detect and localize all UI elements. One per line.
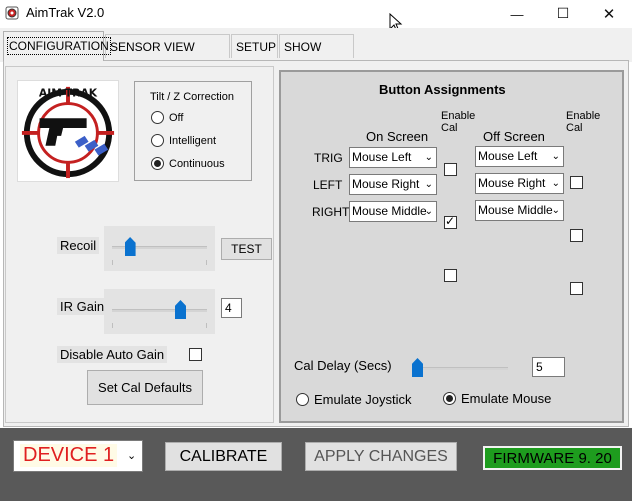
maximize-button[interactable]: ☐: [540, 0, 586, 28]
slider-track: [112, 309, 207, 312]
chevron-down-icon: ⌄: [551, 205, 560, 216]
off-screen-header: Off Screen: [483, 129, 545, 144]
row-label-trig: TRIG: [314, 151, 343, 165]
slider-thumb[interactable]: [175, 300, 186, 319]
tab-sensor-view-check[interactable]: SENSOR VIEW CHECK: [105, 34, 230, 78]
firmware-version-badge: FIRMWARE 9. 20: [483, 446, 622, 470]
button-assignments-title: Button Assignments: [379, 82, 506, 97]
trig-off-screen-select[interactable]: Mouse Left ⌄: [475, 146, 564, 167]
radio-selected-icon: [151, 157, 164, 170]
trig-on-screen-select[interactable]: Mouse Left ⌄: [349, 147, 437, 168]
left-off-screen-cal-checkbox[interactable]: [570, 229, 583, 242]
select-value: Mouse Left: [478, 149, 538, 163]
right-on-screen-select[interactable]: Mouse Middle ⌄: [349, 201, 437, 222]
minimize-button[interactable]: —: [494, 0, 540, 28]
emulate-joystick-option[interactable]: Emulate Joystick: [296, 392, 412, 407]
maximize-icon: ☐: [556, 6, 570, 22]
window-title: AimTrak V2.0: [26, 5, 105, 20]
device-select-value: DEVICE 1: [20, 444, 118, 467]
apply-changes-button[interactable]: APPLY CHANGES: [305, 442, 457, 471]
select-value: Mouse Left: [352, 150, 412, 164]
select-value: Mouse Right: [478, 176, 546, 190]
chevron-down-icon: ⌄: [424, 206, 433, 217]
enable-cal-header-on: Enable Cal: [441, 110, 476, 134]
emulate-mouse-option[interactable]: Emulate Mouse: [443, 391, 551, 406]
tilt-option-intelligent[interactable]: Intelligent: [151, 134, 216, 147]
calibrate-button[interactable]: CALIBRATE: [165, 442, 282, 471]
cal-delay-slider[interactable]: [408, 352, 512, 382]
ir-gain-value[interactable]: 4: [221, 298, 242, 318]
right-on-screen-cal-checkbox[interactable]: [444, 269, 457, 282]
left-on-screen-select[interactable]: Mouse Right ⌄: [349, 174, 437, 195]
on-screen-header: On Screen: [366, 129, 429, 144]
enable-cal-header-off: Enable Cal: [566, 110, 601, 134]
cal-delay-label: Cal Delay (Secs): [294, 358, 392, 373]
close-button[interactable]: ✕: [586, 0, 632, 28]
chevron-down-icon: ⌄: [424, 179, 433, 190]
tilt-option-off[interactable]: Off: [151, 111, 183, 124]
slider-track: [412, 367, 508, 370]
select-value: Mouse Middle: [352, 204, 427, 218]
row-label-left: LEFT: [313, 178, 343, 192]
set-cal-defaults-button[interactable]: Set Cal Defaults: [87, 370, 203, 405]
recoil-label: Recoil: [57, 237, 100, 254]
radio-selected-icon: [443, 392, 456, 405]
chevron-down-icon: ⌄: [424, 152, 433, 163]
chevron-down-icon: ⌄: [551, 178, 560, 189]
trig-off-screen-cal-checkbox[interactable]: [570, 176, 583, 189]
tilt-option-label: Intelligent: [169, 134, 217, 147]
disable-auto-gain-checkbox[interactable]: [189, 348, 202, 361]
tilt-option-continuous[interactable]: Continuous: [151, 157, 225, 170]
left-off-screen-select[interactable]: Mouse Right ⌄: [475, 173, 564, 194]
tilt-option-label: Continuous: [169, 157, 225, 170]
close-icon: ✕: [602, 5, 616, 23]
row-label-right: RIGHT: [312, 205, 350, 219]
aimtrak-logo: AIM-TRAK: [17, 80, 119, 182]
disable-auto-gain-label: Disable Auto Gain: [57, 346, 168, 363]
test-recoil-button[interactable]: TEST: [221, 238, 272, 260]
slider-ticks: [112, 260, 207, 265]
radio-icon: [151, 134, 164, 147]
emulation-option-label: Emulate Mouse: [461, 391, 552, 406]
select-value: Mouse Middle: [478, 203, 553, 217]
tab-label: SETUP: [236, 40, 277, 54]
right-off-screen-select[interactable]: Mouse Middle ⌄: [475, 200, 564, 221]
minimize-icon: —: [510, 6, 524, 22]
tilt-group-title: Tilt / Z Correction: [150, 91, 234, 103]
svg-text:AIM-TRAK: AIM-TRAK: [39, 87, 98, 100]
tab-label: CONFIGURATION: [7, 37, 111, 55]
chevron-down-icon: ⌄: [127, 449, 137, 462]
ir-gain-label: IR Gain: [57, 298, 108, 315]
recoil-slider[interactable]: [104, 226, 215, 271]
slider-thumb[interactable]: [412, 358, 423, 377]
radio-icon: [296, 393, 309, 406]
tab-setup[interactable]: SETUP: [231, 34, 278, 58]
select-value: Mouse Right: [352, 177, 420, 191]
trig-on-screen-cal-checkbox[interactable]: [444, 163, 457, 176]
right-off-screen-cal-checkbox[interactable]: [570, 282, 583, 295]
cal-delay-value[interactable]: 5: [532, 357, 565, 377]
ir-gain-slider[interactable]: [104, 289, 215, 334]
slider-ticks: [112, 323, 207, 328]
tab-show-data[interactable]: SHOW DATA: [279, 34, 354, 78]
radio-icon: [151, 111, 164, 124]
chevron-down-icon: ⌄: [551, 151, 560, 162]
slider-thumb[interactable]: [124, 237, 136, 256]
tilt-option-label: Off: [169, 111, 184, 124]
app-icon: [5, 6, 19, 20]
left-on-screen-cal-checkbox[interactable]: [444, 214, 457, 229]
emulation-option-label: Emulate Joystick: [314, 392, 412, 407]
tab-configuration[interactable]: CONFIGURATION: [3, 31, 111, 61]
